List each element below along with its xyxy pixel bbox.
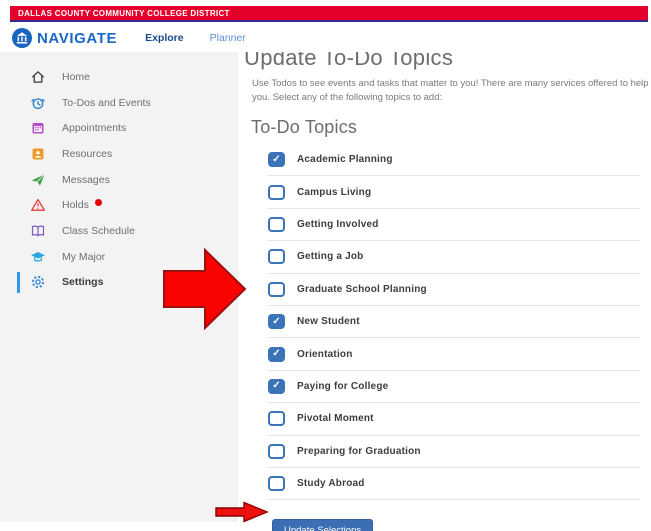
topic-row[interactable]: ✓ Getting a Job: [268, 241, 640, 274]
topic-label: Pivotal Moment: [297, 413, 374, 425]
topic-label: Preparing for Graduation: [297, 445, 421, 457]
topic-label: Graduate School Planning: [297, 283, 427, 295]
topic-checkbox[interactable]: ✓: [268, 346, 285, 362]
topic-row[interactable]: ✓ Getting Involved: [268, 209, 640, 242]
navigate-brand[interactable]: NAVIGATE: [12, 28, 117, 48]
resources-person-icon: [30, 146, 46, 162]
main-content: Update To-Do Topics Use Todos to see eve…: [238, 52, 651, 531]
top-header: NAVIGATE Explore Planner: [0, 24, 651, 52]
section-title: To-Do Topics: [251, 117, 358, 137]
gear-icon: [30, 274, 46, 290]
district-banner: DALLAS COUNTY COMMUNITY COLLEGE DISTRICT: [10, 6, 648, 22]
topic-checkbox[interactable]: ✓: [268, 314, 285, 330]
topic-row[interactable]: ✓ Paying for College: [268, 371, 640, 404]
topic-checkbox[interactable]: ✓: [268, 152, 285, 168]
warning-triangle-icon: [30, 197, 46, 213]
topic-row[interactable]: ✓ Campus Living: [268, 176, 640, 209]
topic-label: New Student: [297, 316, 360, 328]
sidebar-item-label: Home: [62, 70, 91, 83]
page-title: Update To-Do Topics: [244, 52, 454, 70]
topic-checkbox[interactable]: ✓: [268, 216, 285, 232]
open-book-icon: [30, 223, 46, 239]
page-description: Use Todos to see events and tasks that m…: [252, 78, 649, 103]
topic-row[interactable]: ✓ Orientation: [268, 338, 640, 371]
sidebar-item-label: Resources: [62, 147, 113, 160]
topic-label: Getting Involved: [297, 218, 379, 230]
calendar-icon: [30, 120, 46, 136]
sidebar-item-todos-and-events[interactable]: To-Dos and Events: [0, 90, 238, 116]
topic-checkbox[interactable]: ✓: [268, 476, 285, 492]
tab-explore[interactable]: Explore: [145, 32, 184, 44]
holds-notification-badge: [94, 198, 102, 206]
graduation-cap-icon: [30, 249, 46, 265]
topic-checkbox[interactable]: ✓: [268, 184, 285, 200]
sidebar-item-messages[interactable]: Messages: [0, 167, 238, 193]
sidebar-item-label: Settings: [62, 276, 104, 289]
topic-label: Campus Living: [297, 186, 372, 198]
sidebar-item-label: Holds: [62, 199, 89, 212]
sidebar-item-label: My Major: [62, 250, 106, 263]
home-icon: [30, 69, 46, 85]
tab-planner[interactable]: Planner: [210, 32, 246, 44]
topic-label: Getting a Job: [297, 251, 364, 263]
topic-checkbox[interactable]: ✓: [268, 411, 285, 427]
checkmark-icon: ✓: [272, 153, 281, 165]
brand-name: NAVIGATE: [37, 29, 118, 47]
sidebar-item-holds[interactable]: Holds: [0, 192, 238, 218]
sidebar-item-label: To-Dos and Events: [62, 96, 151, 109]
topic-checkbox[interactable]: ✓: [268, 249, 285, 265]
todos-events-icon: [30, 95, 46, 111]
topic-label: Paying for College: [297, 380, 389, 392]
sidebar-item-label: Messages: [62, 173, 110, 186]
topic-checkbox[interactable]: ✓: [268, 378, 285, 394]
checkmark-icon: ✓: [272, 315, 281, 327]
topic-label: Orientation: [297, 348, 353, 360]
sidebar-item-resources[interactable]: Resources: [0, 141, 238, 167]
sidebar-item-label: Appointments: [62, 122, 127, 135]
update-selections-button[interactable]: Update Selections: [272, 519, 374, 531]
topic-checkbox[interactable]: ✓: [268, 443, 285, 459]
checkmark-icon: ✓: [272, 348, 281, 360]
sidebar-item-appointments[interactable]: Appointments: [0, 115, 238, 141]
topic-row[interactable]: ✓ Academic Planning: [268, 144, 640, 177]
sidebar-item-class-schedule[interactable]: Class Schedule: [0, 218, 238, 244]
navigate-logo-icon: [12, 28, 32, 48]
topic-row[interactable]: ✓ Study Abroad: [268, 468, 640, 501]
topic-row[interactable]: ✓ New Student: [268, 306, 640, 339]
sidebar-item-home[interactable]: Home: [0, 64, 238, 90]
topic-row[interactable]: ✓ Preparing for Graduation: [268, 436, 640, 468]
annotation-arrow-big-icon: [163, 247, 247, 331]
topic-row[interactable]: ✓ Pivotal Moment: [268, 403, 640, 436]
district-banner-text: DALLAS COUNTY COMMUNITY COLLEGE DISTRICT: [18, 9, 230, 18]
sidebar-item-label: Class Schedule: [62, 224, 135, 237]
topic-row[interactable]: ✓ Graduate School Planning: [268, 274, 640, 306]
topic-label: Study Abroad: [297, 478, 365, 490]
topic-label: Academic Planning: [297, 154, 393, 166]
checkmark-icon: ✓: [272, 380, 281, 392]
topics-list: ✓ Academic Planning ✓ Campus Living ✓ Ge…: [268, 144, 640, 501]
annotation-arrow-small-icon: [215, 501, 269, 523]
topic-checkbox[interactable]: ✓: [268, 281, 285, 297]
paper-plane-icon: [30, 172, 46, 188]
top-nav: Explore Planner: [145, 32, 246, 44]
